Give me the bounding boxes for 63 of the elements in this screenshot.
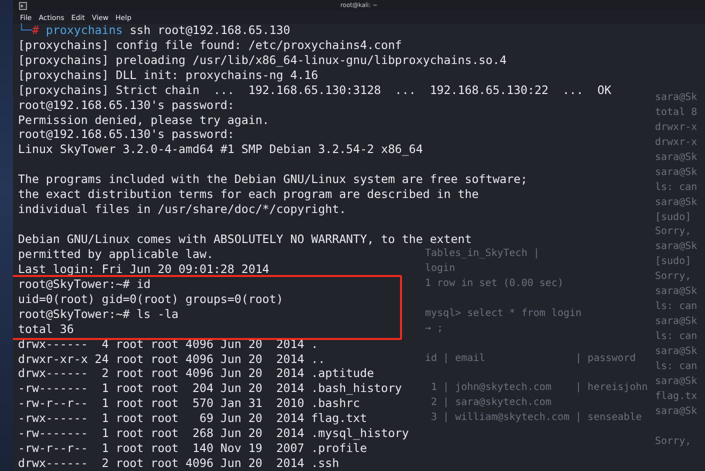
background-window-text: sara@Sk [655, 404, 698, 419]
background-window-text: 1 | john@skytech.com | hereisjohn [430, 381, 648, 396]
terminal-output-line: -rw-r--r-- 1 root root 140 Nov 19 2007 .profile [18, 441, 368, 456]
terminal-output-line: root@192.168.65.130's password: [18, 98, 234, 112]
prompt-symbol: # [32, 22, 39, 38]
terminal-output-line: Permission denied, please try again. [18, 112, 270, 128]
background-window-text: 1 row in set (0.00 sec) [425, 276, 564, 291]
background-window-text: 3 | william@skytech.com | senseable [430, 411, 642, 426]
terminal-output-line: Linux SkyTower 3.2.0-4-amd64 #1 SMP Debian 3.2.54-2 x86_64 [18, 142, 423, 158]
terminal-output-line: Last login: Fri Jun 20 09:01:28 2014 [18, 262, 270, 277]
terminal-output-line: drwx------ 2 root root 4096 Jun 20 2014 .ssh [18, 456, 340, 471]
background-window-text: drwxr-x [655, 136, 698, 150]
terminal-output-line: -rw------- 1 root root 204 Jun 20 2014 .bash_history [18, 381, 402, 396]
terminal-output-line: root@192.168.65.130's password: [18, 127, 234, 142]
background-window-text: sara@Sk [655, 166, 698, 180]
background-window-text: Sorry, [655, 270, 692, 284]
terminal-output-line: -rw------- 1 root root 268 Jun 20 2014 .mysql_history [18, 426, 409, 442]
terminal-icon [19, 2, 27, 10]
background-window-text: total 8 [655, 106, 698, 120]
background-window-text: sara@Sk [655, 285, 698, 300]
background-window-text: mysql> select * from login [425, 306, 582, 321]
terminal-output-line: The programs included with the Debian GNU/Linux system are free software; [18, 172, 528, 188]
command-arguments: ssh root@192.168.65.130 [128, 22, 290, 38]
terminal-output-line: drwxr-xr-x 24 root root 4096 Jun 20 2014 .. [18, 352, 326, 366]
terminal-output-line: [proxychains] DLL init: proxychains-ng 4.16 [18, 68, 318, 83]
background-window-text: ls: can [655, 330, 698, 344]
terminal-output-line: -rwx------ 1 root root 69 Jun 20 2014 flag.txt [18, 411, 368, 426]
background-window-text: sara@Sk [655, 344, 698, 359]
background-window-text: sara@Sk [655, 315, 698, 330]
terminal-output-line: root@SkyTower:~# id [18, 276, 151, 292]
terminal-output-line: uid=0(root) gid=0(root) groups=0(root) [18, 292, 284, 307]
background-window-text: Tables_in_SkyTech | [425, 247, 540, 261]
background-window-text: sara@Sk [655, 150, 698, 165]
background-window-text: Sorry, [655, 225, 692, 240]
terminal-output-line: root@SkyTower:~# ls -la [18, 306, 179, 322]
background-window-text: sara@Sk [655, 91, 698, 105]
background-window-text: drwxr-x [655, 120, 698, 135]
terminal-output-line: individual files in /usr/share/doc/*/copyright. [18, 202, 346, 218]
background-window-text: Sorry, [655, 434, 692, 449]
terminal-output-line: [proxychains] Strict chain ... 192.168.65.130:3128 ... 192.168.65.130:22 ... OK [18, 82, 612, 98]
background-window-text: flag.tx [655, 390, 698, 404]
background-window-text: sara@Sk [655, 240, 698, 254]
command-name: proxychains [44, 22, 123, 38]
terminal-output-line: the exact distribution terms for each program are described in the [18, 187, 479, 202]
background-window-text: ls: can [655, 300, 698, 314]
terminal-output-line: Debian GNU/Linux comes with ABSOLUTELY NO WARRANTY, to the extent [18, 232, 472, 247]
background-window-text: login [425, 262, 456, 276]
terminal-output-line: [proxychains] config file found: /etc/proxychains4.conf [18, 38, 402, 53]
background-window-text: sara@Sk [655, 196, 698, 210]
background-window-text: [sudo] [655, 210, 692, 224]
background-window-text: id | email | password [425, 352, 636, 366]
background-window-text: ls: can [655, 360, 698, 374]
terminal-output-line: total 36 [18, 322, 74, 337]
terminal-output-line: drwx------ 2 root root 4096 Jun 20 2014 .aptitude [18, 366, 374, 382]
terminal-output-line: -rw-r--r-- 1 root root 570 Jan 31 2010 .bashrc [18, 396, 360, 412]
background-window-text: [sudo] [655, 255, 692, 270]
terminal-output-line: permitted by applicable law. [18, 246, 214, 262]
background-window-text: sara@Sk [655, 374, 698, 389]
background-window-text: → ; [425, 322, 444, 336]
background-window-text: 2 | sara@skytech.com [430, 396, 552, 410]
prompt-corner: └─ [18, 22, 32, 38]
terminal-output-line: [proxychains] preloading /usr/lib/x86_64-linux-gnu/libproxychains.so.4 [18, 52, 507, 68]
background-window-text: ls: can [655, 180, 698, 195]
